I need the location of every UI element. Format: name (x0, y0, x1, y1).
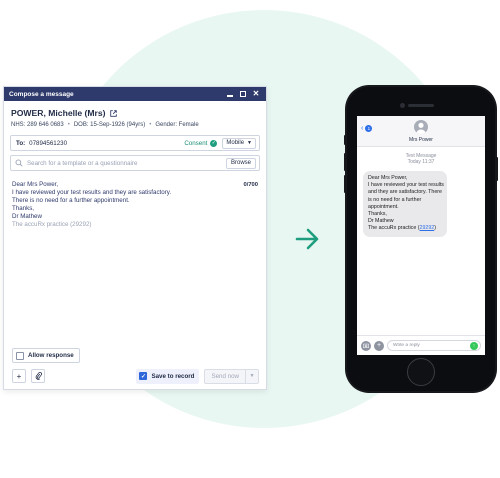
message-line: Dear Mrs Power, (12, 181, 59, 188)
camera-icon (363, 343, 369, 348)
compose-panel: Compose a message ✕ POWER, Michelle (Mrs… (3, 86, 267, 390)
search-icon (15, 159, 23, 167)
camera-button[interactable] (361, 340, 371, 351)
minimize-icon (227, 95, 233, 97)
compose-titlebar: Compose a message ✕ (4, 87, 266, 101)
reply-bar: + ↑ (357, 335, 485, 355)
add-button[interactable]: + (12, 369, 26, 383)
patient-details: NHS: 289 646 0683 • DOB: 15-Sep-1926 (94… (11, 122, 199, 128)
patient-dob: DOB: 15-Sep-1926 (94yrs) (73, 122, 146, 128)
message-line: Dr Mathew (12, 213, 42, 220)
template-search: Browse (10, 155, 260, 171)
plus-icon: + (16, 371, 22, 381)
consent-check-icon: ✓ (210, 139, 218, 147)
send-options-chevron-icon[interactable]: ▼ (246, 373, 258, 379)
bubble-line: and they are satisfactory. There (368, 189, 442, 196)
patient-name: POWER, Michelle (Mrs) (11, 108, 106, 118)
send-now-label: Send now (205, 369, 246, 383)
reply-field[interactable]: ↑ (387, 340, 481, 351)
received-message-bubble: Dear Mrs Power, I have reviewed your tes… (363, 171, 447, 237)
consent-label: Consent (184, 139, 208, 147)
practice-code-link[interactable]: 29292 (420, 225, 435, 231)
message-line: I have reviewed your test results and th… (12, 189, 172, 196)
contact-name: Mrs Power (409, 137, 433, 143)
patient-header: POWER, Michelle (Mrs) NHS: 289 646 0683 … (4, 101, 266, 128)
compose-title: Compose a message (9, 90, 74, 98)
allow-response-toggle[interactable]: Allow response (12, 348, 80, 363)
bubble-line: Dr Mathew (368, 218, 394, 225)
phone-mockup: ‹ 1 Mrs Power Text Message Today 11:37 D… (344, 85, 498, 393)
person-icon (416, 122, 426, 134)
recipient-number: 07894561230 (29, 139, 68, 147)
chevron-left-icon: ‹ (361, 125, 364, 132)
message-line: There is no need for a further appointme… (12, 197, 130, 204)
patient-nhs: NHS: 289 646 0683 (11, 122, 64, 128)
arrow-right-icon (295, 228, 319, 250)
message-line: The accuRx practice (29292) (12, 221, 92, 228)
message-meta: Text Message Today 11:37 (357, 153, 485, 165)
checkbox-checked-icon: ✓ (139, 372, 148, 380)
messages-header: ‹ 1 Mrs Power (357, 116, 485, 147)
save-to-record-toggle[interactable]: ✓ Save to record (136, 368, 200, 384)
bubble-line: appointment. (368, 203, 399, 210)
maximize-icon (240, 91, 246, 97)
unread-badge: 1 (365, 125, 373, 132)
close-button[interactable]: ✕ (251, 89, 261, 99)
device-select[interactable]: Mobile ▼ (222, 137, 256, 149)
bubble-line: Thanks, (368, 211, 387, 218)
front-camera (400, 103, 405, 108)
send-arrow-icon[interactable]: ↑ (470, 341, 478, 350)
attach-button[interactable] (31, 369, 45, 383)
character-counter: 0/700 (243, 182, 258, 188)
home-button[interactable] (407, 358, 435, 386)
reply-input[interactable] (393, 343, 470, 348)
bubble-line: is no need for a further (368, 196, 422, 203)
apps-button[interactable]: + (374, 340, 384, 351)
bubble-line-signature: The accuRx practice (29292) (368, 225, 437, 232)
recipient-field[interactable]: To: 07894561230 Consent ✓ Mobile ▼ (10, 135, 260, 151)
external-link-icon[interactable] (109, 109, 117, 117)
phone-speaker (408, 104, 434, 107)
allow-response-checkbox[interactable] (16, 351, 24, 360)
message-line: Thanks, (12, 205, 35, 212)
paperclip-icon (35, 372, 42, 380)
chevron-down-icon: ▼ (247, 140, 252, 146)
maximize-button[interactable] (238, 89, 248, 99)
message-body[interactable]: 0/700 Dear Mrs Power, I have reviewed yo… (12, 171, 258, 229)
save-to-record-label: Save to record (151, 372, 195, 380)
bubble-line: I have reviewed your test results (368, 182, 444, 189)
compose-actions: + ✓ Save to record Send now ▼ (12, 368, 259, 384)
plus-icon: + (376, 342, 382, 349)
to-label: To: (16, 139, 26, 147)
minimize-button[interactable] (225, 89, 235, 99)
send-now-button[interactable]: Send now ▼ (204, 368, 259, 384)
message-time: Today 11:37 (407, 159, 435, 165)
browse-button[interactable]: Browse (225, 157, 256, 169)
device-select-value: Mobile (226, 140, 245, 146)
phone-screen: ‹ 1 Mrs Power Text Message Today 11:37 D… (357, 116, 485, 355)
contact-avatar (414, 120, 428, 134)
allow-response-label: Allow response (28, 352, 74, 359)
patient-gender: Gender: Female (155, 122, 199, 128)
template-search-input[interactable] (27, 159, 226, 167)
close-icon: ✕ (252, 89, 260, 98)
bubble-line: Dear Mrs Power, (368, 175, 408, 181)
back-button[interactable]: ‹ 1 (361, 125, 373, 132)
